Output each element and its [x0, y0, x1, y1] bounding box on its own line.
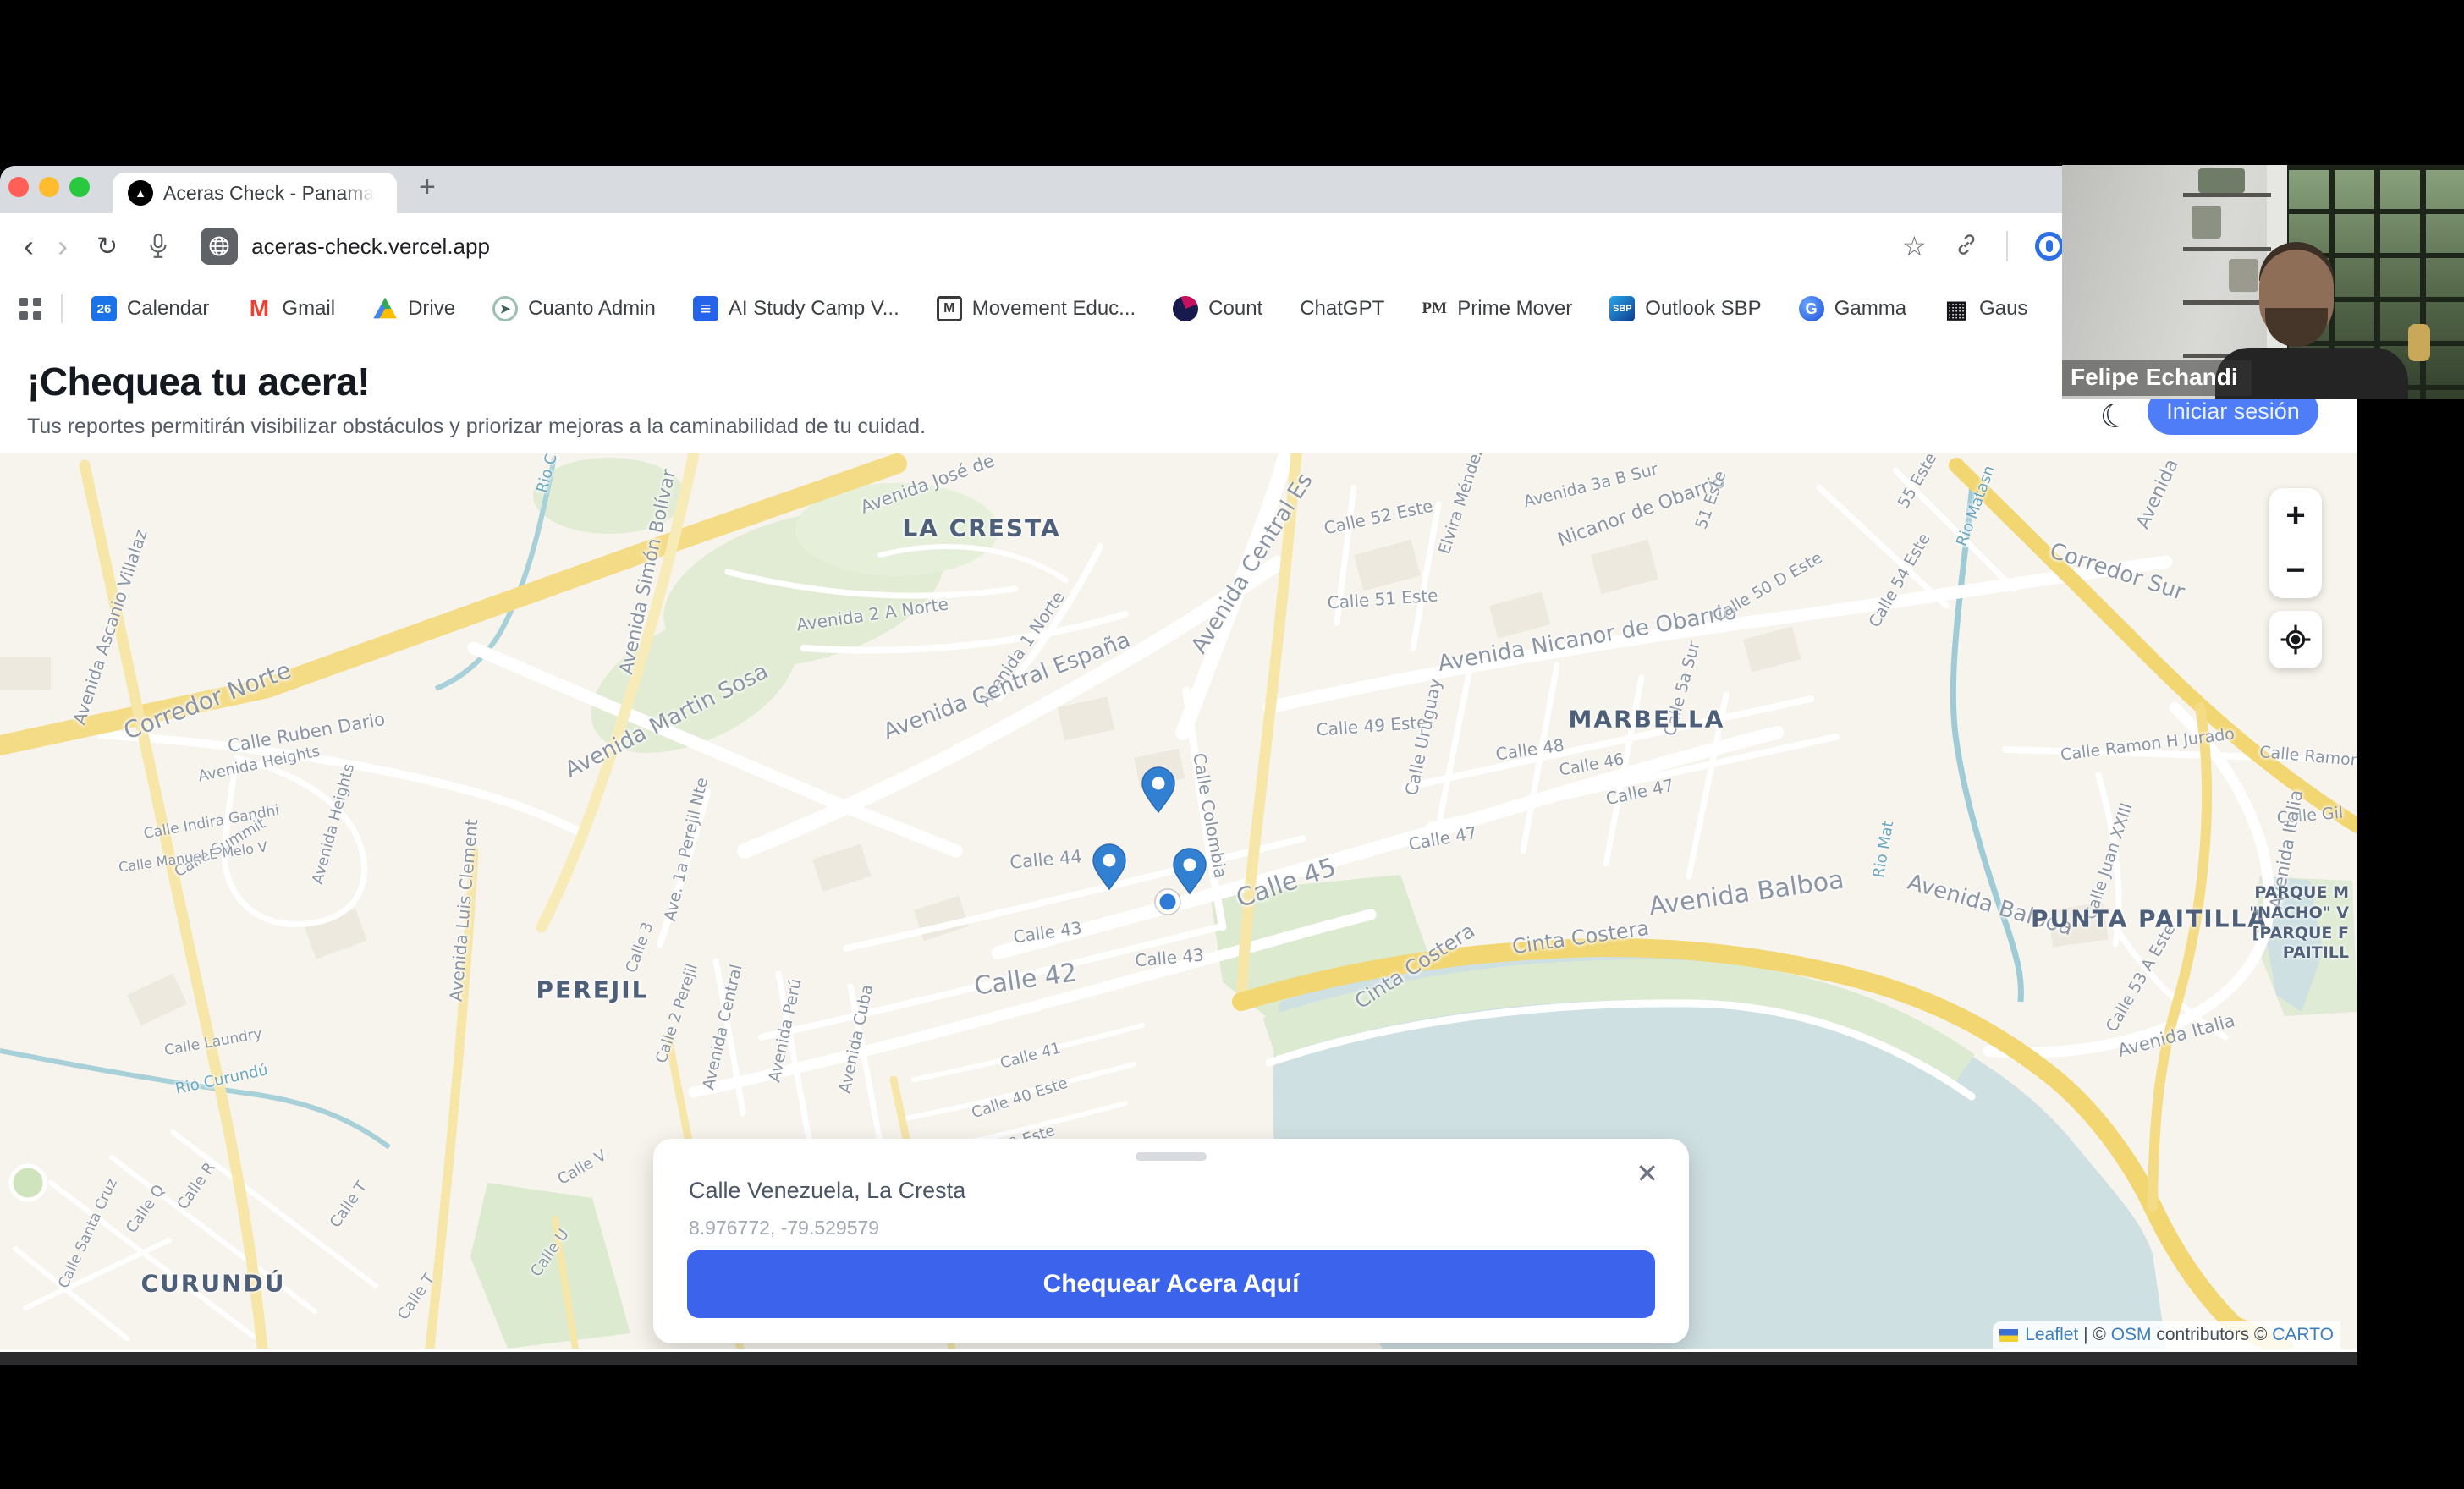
close-icon[interactable]: ✕: [1636, 1157, 1658, 1190]
leaflet-link[interactable]: Leaflet: [2025, 1325, 2078, 1345]
page-title: ¡Chequea tu acera!: [27, 359, 370, 404]
bookmark-outlook-sbp[interactable]: SBP Outlook SBP: [1609, 296, 1761, 321]
bookmark-label: Count: [1208, 297, 1262, 321]
google-drive-icon: [372, 296, 398, 321]
bookmark-label: Gamma: [1834, 297, 1906, 321]
bookmarks-bar: 26 Calendar M Gmail Drive ➤ Cuanto Admin ≡ AI St…: [0, 279, 2357, 340]
prime-mover-icon: PM: [1422, 296, 1447, 321]
attribution-text: | ©: [2078, 1325, 2110, 1345]
ai-study-camp-icon: ≡: [693, 296, 718, 321]
zoom-in-button[interactable]: +: [2269, 488, 2322, 543]
video-lantern: [2408, 324, 2430, 361]
location-bottom-sheet: ✕ Calle Venezuela, La Cresta 8.976772, -…: [653, 1139, 1689, 1343]
back-icon[interactable]: ‹: [24, 231, 34, 261]
dark-mode-moon-icon[interactable]: ☾: [2096, 394, 2134, 438]
bookmark-label: Outlook SBP: [1645, 297, 1761, 321]
bookmark-label: Prime Mover: [1457, 297, 1572, 321]
reload-icon[interactable]: ↻: [96, 232, 118, 261]
password-manager-icon[interactable]: [2035, 232, 2064, 261]
gamma-icon: G: [1799, 296, 1824, 321]
bookmark-label: Movement Educ...: [972, 297, 1136, 321]
bookmark-label: Calendar: [127, 297, 209, 321]
sheet-drag-handle[interactable]: [1136, 1152, 1207, 1161]
bookmarks-list: 26 Calendar M Gmail Drive ➤ Cuanto Admin ≡ AI St…: [91, 296, 2027, 321]
bookmark-movement-educ-[interactable]: M Movement Educ...: [937, 296, 1136, 321]
vercel-favicon-icon: ▲: [128, 180, 153, 206]
browser-toolbar: ‹ › ↻ aceras-check.vercel.app ☆: [0, 213, 2357, 279]
location-name: Calle Venezuela, La Cresta: [689, 1178, 965, 1204]
bookmark-gmail[interactable]: M Gmail: [246, 296, 335, 321]
bookmark-count[interactable]: Count: [1173, 296, 1262, 321]
page-subtitle: Tus reportes permitirán visibilizar obst…: [27, 415, 926, 439]
tab-strip: ▲ Aceras Check - Panama City +: [0, 166, 2357, 213]
bookmark-label: ChatGPT: [1300, 297, 1384, 321]
zoom-window-button[interactable]: [69, 177, 90, 197]
window-bottom-edge: [0, 1352, 2357, 1365]
park-sign: PARQUE M"NACHO" V[PARQUE FPAITILL: [2200, 883, 2349, 964]
bookmark-label: Gaus: [1979, 297, 2027, 321]
location-coordinates: 8.976772, -79.529579: [689, 1217, 879, 1239]
bookmark-gaus[interactable]: ▦ Gaus: [1944, 296, 2027, 321]
bookmark-gamma[interactable]: G Gamma: [1799, 296, 1906, 321]
bookmark-chatgpt[interactable]: ChatGPT: [1300, 297, 1384, 321]
browser-tab[interactable]: ▲ Aceras Check - Panama City: [113, 173, 397, 213]
count-icon: [1173, 296, 1198, 321]
movement-educ-icon: M: [937, 296, 962, 321]
address-bar-url[interactable]: aceras-check.vercel.app: [251, 234, 490, 260]
bookmark-calendar[interactable]: 26 Calendar: [91, 296, 209, 321]
crosshair-icon: [2280, 624, 2312, 656]
google-calendar-icon: 26: [91, 296, 117, 321]
bookmark-drive[interactable]: Drive: [372, 296, 455, 321]
share-link-icon[interactable]: [1954, 232, 1979, 261]
locate-me-button[interactable]: [2269, 611, 2322, 668]
map-canvas[interactable]: Avenida José deAvenida 2 A NorteAvenida …: [0, 453, 2357, 1349]
osm-link[interactable]: OSM: [2111, 1325, 2152, 1345]
forward-icon[interactable]: ›: [58, 231, 68, 261]
map-attribution: Leaflet | © OSM contributors © CARTO: [1993, 1321, 2340, 1349]
zoom-control: + −: [2269, 488, 2322, 598]
carto-link[interactable]: CARTO: [2272, 1325, 2334, 1345]
attribution-text: contributors ©: [2152, 1325, 2273, 1345]
participant-name-badge: Felipe Echandi: [2062, 360, 2252, 396]
apps-grid-icon[interactable]: [19, 297, 42, 321]
outlook-sbp-icon: SBP: [1609, 296, 1635, 321]
participant-video: Felipe Echandi: [2062, 165, 2464, 399]
new-tab-button[interactable]: +: [419, 171, 436, 204]
bookmark-star-icon[interactable]: ☆: [1902, 230, 1927, 262]
page-header: ¡Chequea tu acera! Tus reportes permitir…: [0, 338, 2357, 453]
zoom-out-button[interactable]: −: [2269, 543, 2322, 598]
bookmark-ai-study-camp-v-[interactable]: ≡ AI Study Camp V...: [693, 296, 899, 321]
cuanto-admin-icon: ➤: [492, 296, 518, 321]
ukraine-flag-icon: [1999, 1329, 2018, 1342]
close-window-button[interactable]: [8, 177, 29, 197]
site-info-globe-icon[interactable]: [201, 228, 238, 265]
bookmark-cuanto-admin[interactable]: ➤ Cuanto Admin: [492, 296, 656, 321]
tab-title: Aceras Check - Panama City: [163, 182, 375, 205]
toolbar-divider: [2006, 231, 2008, 261]
bookmark-label: Drive: [408, 297, 455, 321]
bookmark-label: Cuanto Admin: [528, 297, 656, 321]
minimize-window-button[interactable]: [39, 177, 59, 197]
bookmark-label: AI Study Camp V...: [729, 297, 899, 321]
microphone-icon[interactable]: [146, 233, 170, 260]
check-sidewalk-button[interactable]: Chequear Acera Aquí: [687, 1250, 1655, 1318]
bookmark-prime-mover[interactable]: PM Prime Mover: [1422, 296, 1572, 321]
gaus-icon: ▦: [1944, 296, 1969, 321]
browser-window: ▲ Aceras Check - Panama City + ‹ › ↻: [0, 166, 2357, 1352]
gmail-icon: M: [246, 296, 272, 321]
bookmarks-divider: [61, 294, 63, 323]
screen-share-frame: ▲ Aceras Check - Panama City + ‹ › ↻: [0, 0, 2464, 1489]
bookmark-label: Gmail: [282, 297, 335, 321]
